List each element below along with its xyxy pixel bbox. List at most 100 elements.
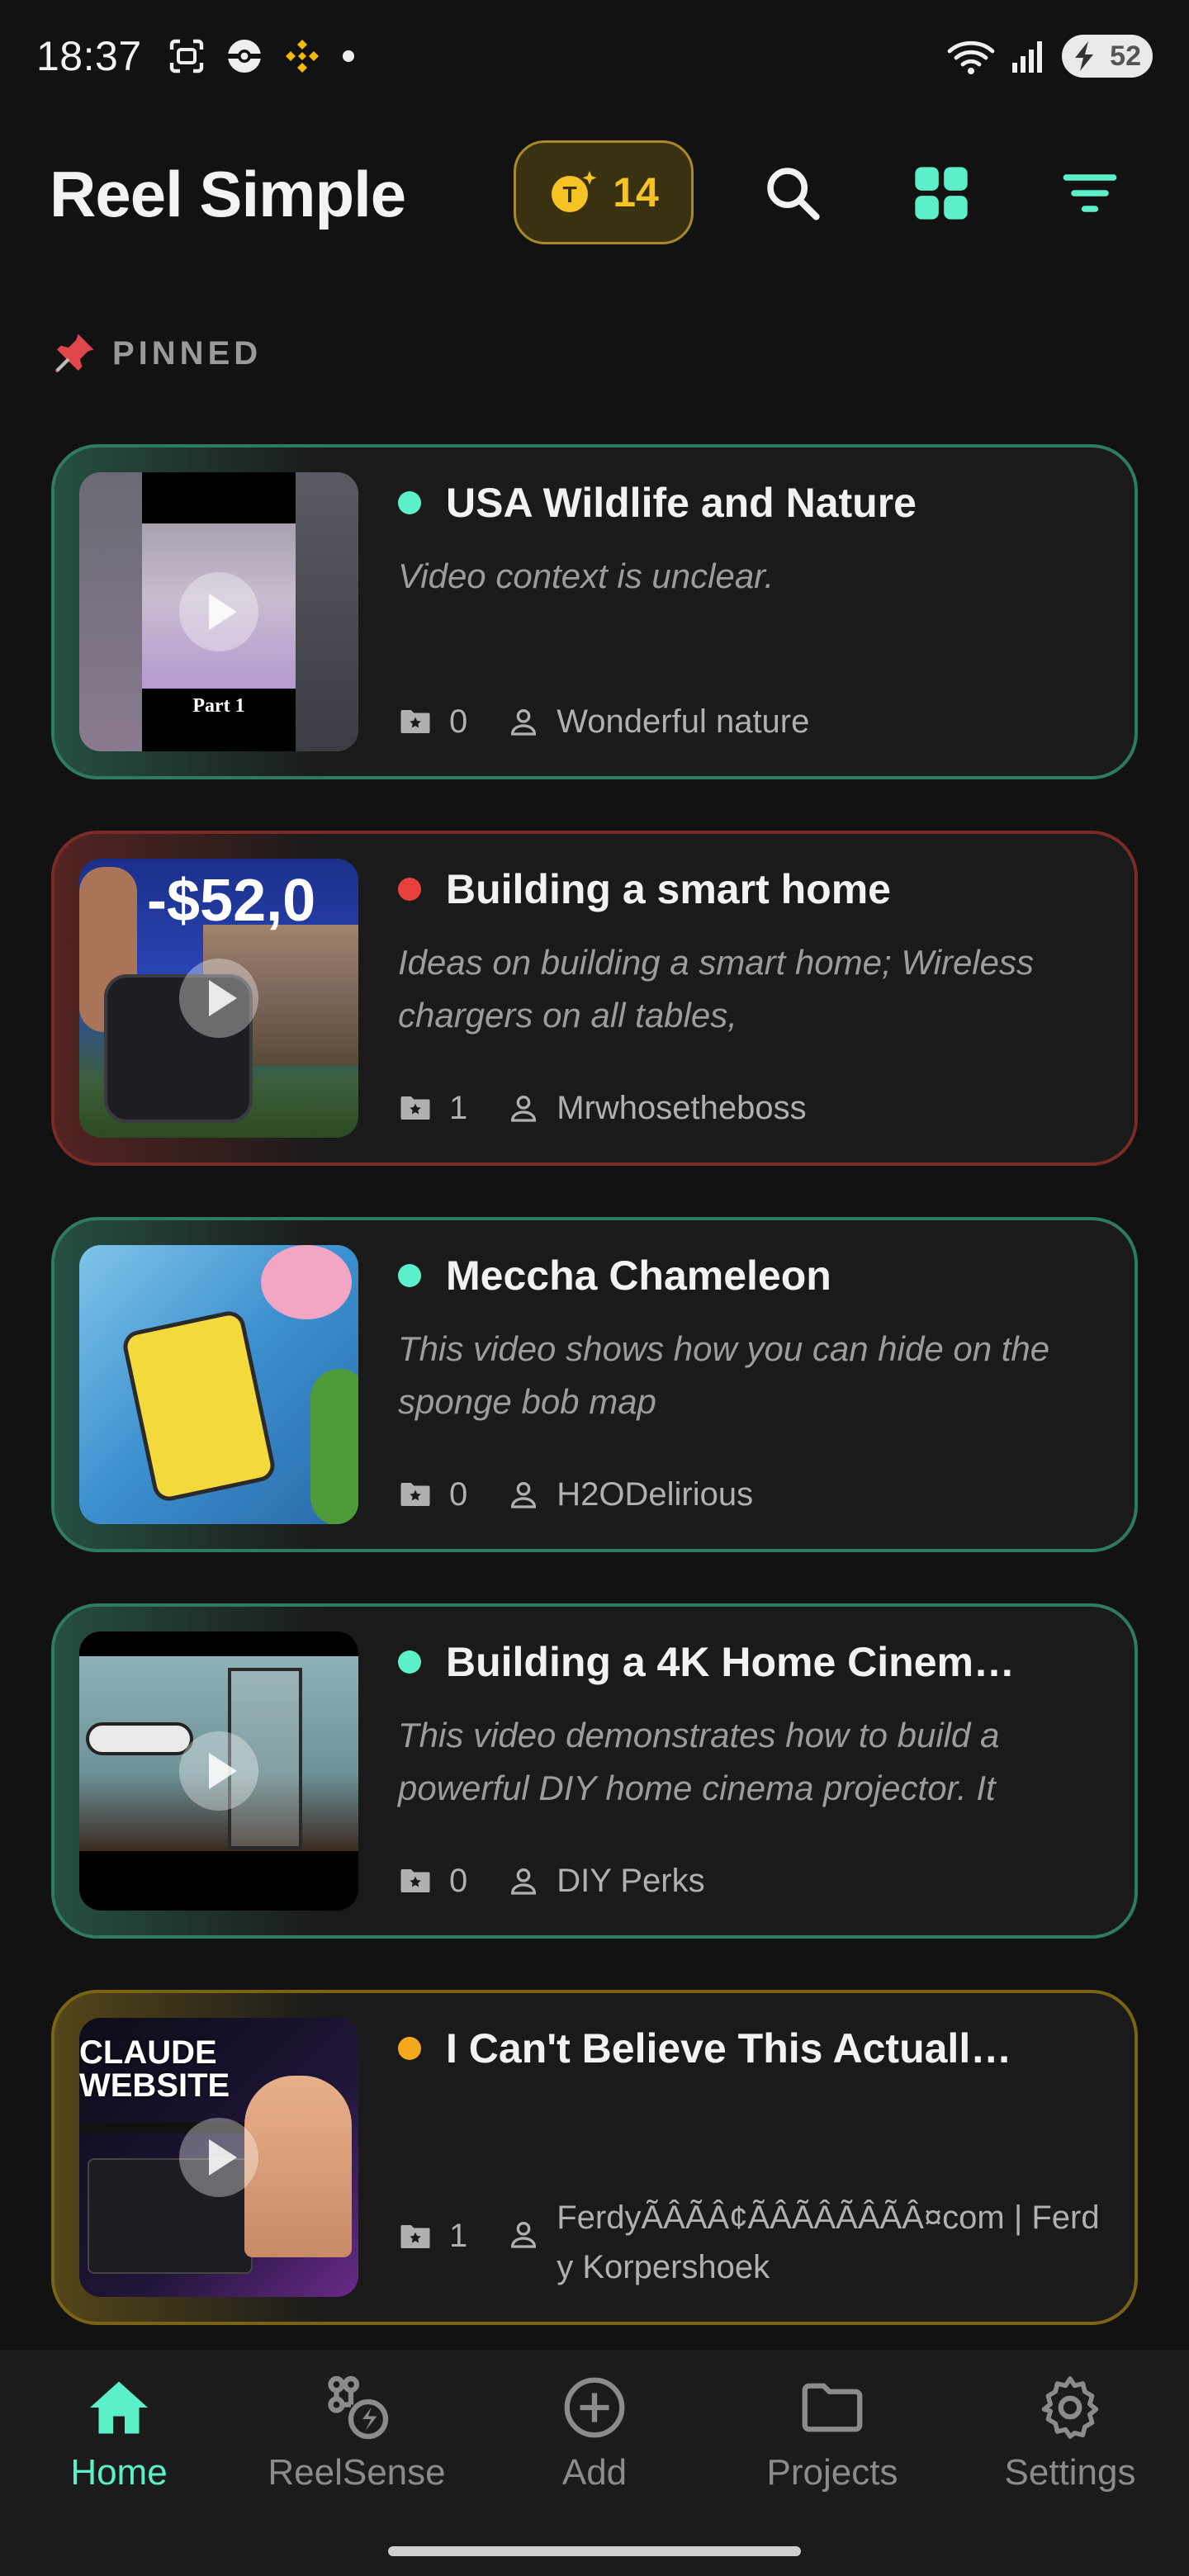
thumb-caption: Part 1 [192,695,245,717]
video-card[interactable]: -$52,0 Building a smart home Ideas on bu… [51,831,1138,1166]
play-icon [179,959,258,1038]
video-card[interactable]: Part 1 USA Wildlife and Nature Video con… [51,444,1138,779]
video-card[interactable]: CLAUDE WEBSITE I Can't Believe This Actu… [51,1990,1138,2325]
project-count: 1 [449,2218,468,2254]
card-meta: 0 DIY Perks [398,1856,1101,1906]
thumb-caption: CLAUDE WEBSITE [79,2034,230,2104]
nav-home[interactable]: Home [0,2373,238,2493]
binance-icon [285,40,319,73]
thumb-seaweed-image [310,1369,358,1524]
card-author: DIY Perks [557,1863,705,1899]
card-author: H2ODelirious [557,1476,754,1513]
person-icon [511,1096,537,1122]
pokeball-icon [227,40,261,73]
card-title: I Can't Believe This Actuall… [446,2025,1012,2072]
token-icon: T [552,171,597,212]
play-icon [179,1731,258,1811]
home-indicator[interactable] [388,2546,801,2556]
card-meta: 0 Wonderful nature [398,697,1101,746]
card-author: Mrwhosetheboss [557,1090,807,1126]
battery-level: 52 [1110,40,1141,72]
thumb-person-image [244,2076,352,2257]
card-description: Video context is unclear. [398,556,775,595]
filter-button[interactable] [1049,152,1131,234]
status-dot [398,2037,421,2060]
person-icon [511,1868,537,1895]
video-card[interactable]: Building a 4K Home Cinem… This video dem… [51,1603,1138,1939]
project-count: 0 [449,1475,468,1513]
status-bar: 18:37 52 [0,0,1189,112]
status-dot [398,1650,421,1674]
person-icon [511,2222,537,2248]
pinned-section-header: PINNED [51,330,262,376]
folder-star-icon [400,2224,430,2248]
reelsense-icon [328,2375,389,2440]
status-dot [398,491,421,514]
nav-label: Add [561,2452,628,2493]
battery-icon: 52 [1062,35,1153,78]
thumb-side-blur [79,472,142,751]
project-count: 0 [449,1862,468,1899]
nav-projects[interactable]: Projects [713,2373,951,2493]
person-icon [511,709,537,736]
play-icon [179,2118,258,2197]
video-thumbnail[interactable] [79,1631,358,1911]
thumb-side-blur [296,472,358,751]
credits-button[interactable]: T 14 [514,140,694,244]
video-card[interactable]: Meccha Chameleon This video shows how yo… [51,1217,1138,1552]
thumb-jellyfish-image [261,1245,352,1319]
status-dot [398,878,421,901]
card-info: USA Wildlife and Nature Video context is… [398,447,1101,776]
card-title: Meccha Chameleon [446,1252,831,1299]
status-dot [398,1264,421,1287]
status-time: 18:37 [36,33,142,79]
person-icon [511,1482,537,1508]
filter-icon [1063,174,1117,212]
nav-label: Projects [766,2452,898,2493]
app-header: Reel Simple T 14 [0,140,1189,248]
card-info: I Can't Believe This Actuall… 1 FerdyÃÂÃ… [398,1993,1101,2322]
add-circle-icon [564,2377,625,2438]
folder-icon [802,2383,863,2432]
play-icon [179,572,258,651]
card-meta: 0 H2ODelirious [398,1470,1101,1519]
svg-text:T: T [563,182,577,207]
nav-add[interactable]: Add [476,2373,713,2493]
card-info: Building a 4K Home Cinem… This video dem… [398,1607,1101,1935]
card-description: This video shows how you can hide on the… [398,1329,1050,1421]
nav-label: ReelSense [268,2452,446,2493]
search-button[interactable] [751,152,834,234]
nav-label: Settings [1004,2452,1136,2493]
nav-label: Home [70,2452,168,2493]
nav-reelsense[interactable]: ReelSense [238,2373,476,2493]
home-icon [90,2381,148,2434]
project-count: 1 [449,1089,468,1126]
card-info: Meccha Chameleon This video shows how yo… [398,1220,1101,1549]
card-author: FerdyÃÂÃÂ¢ÃÂÃÂÃÂÃÂ¤com | Ferdy Korpersho… [557,2200,1100,2285]
video-thumbnail[interactable]: CLAUDE WEBSITE [79,2018,358,2297]
card-description: Ideas on building a smart home; Wireless… [398,943,1034,1035]
credits-count: 14 [613,169,659,215]
video-thumbnail[interactable]: Part 1 [79,472,358,751]
project-count: 0 [449,703,468,740]
thumb-character-image [120,1308,278,1504]
thumb-caption: -$52,0 [147,868,316,934]
search-icon [767,168,820,220]
card-meta: 1 Mrwhosetheboss [398,1083,1101,1133]
pinned-label: PINNED [112,334,263,372]
signal-icon [1012,41,1042,73]
card-info: Building a smart home Ideas on building … [398,834,1101,1163]
screenshot-icon [169,39,203,73]
thumb-arrow-image [86,1722,193,1755]
grid-view-icon [915,167,968,220]
wifi-icon [947,40,995,74]
card-description: This video demonstrates how to build a p… [398,1716,1000,1807]
folder-star-icon [400,1869,430,1892]
folder-star-icon [400,1483,430,1506]
video-thumbnail[interactable]: -$52,0 [79,859,358,1138]
video-thumbnail[interactable] [79,1245,358,1524]
card-title: USA Wildlife and Nature [446,480,917,526]
folder-star-icon [400,710,430,733]
grid-view-button[interactable] [900,152,983,234]
nav-settings[interactable]: Settings [951,2373,1189,2493]
